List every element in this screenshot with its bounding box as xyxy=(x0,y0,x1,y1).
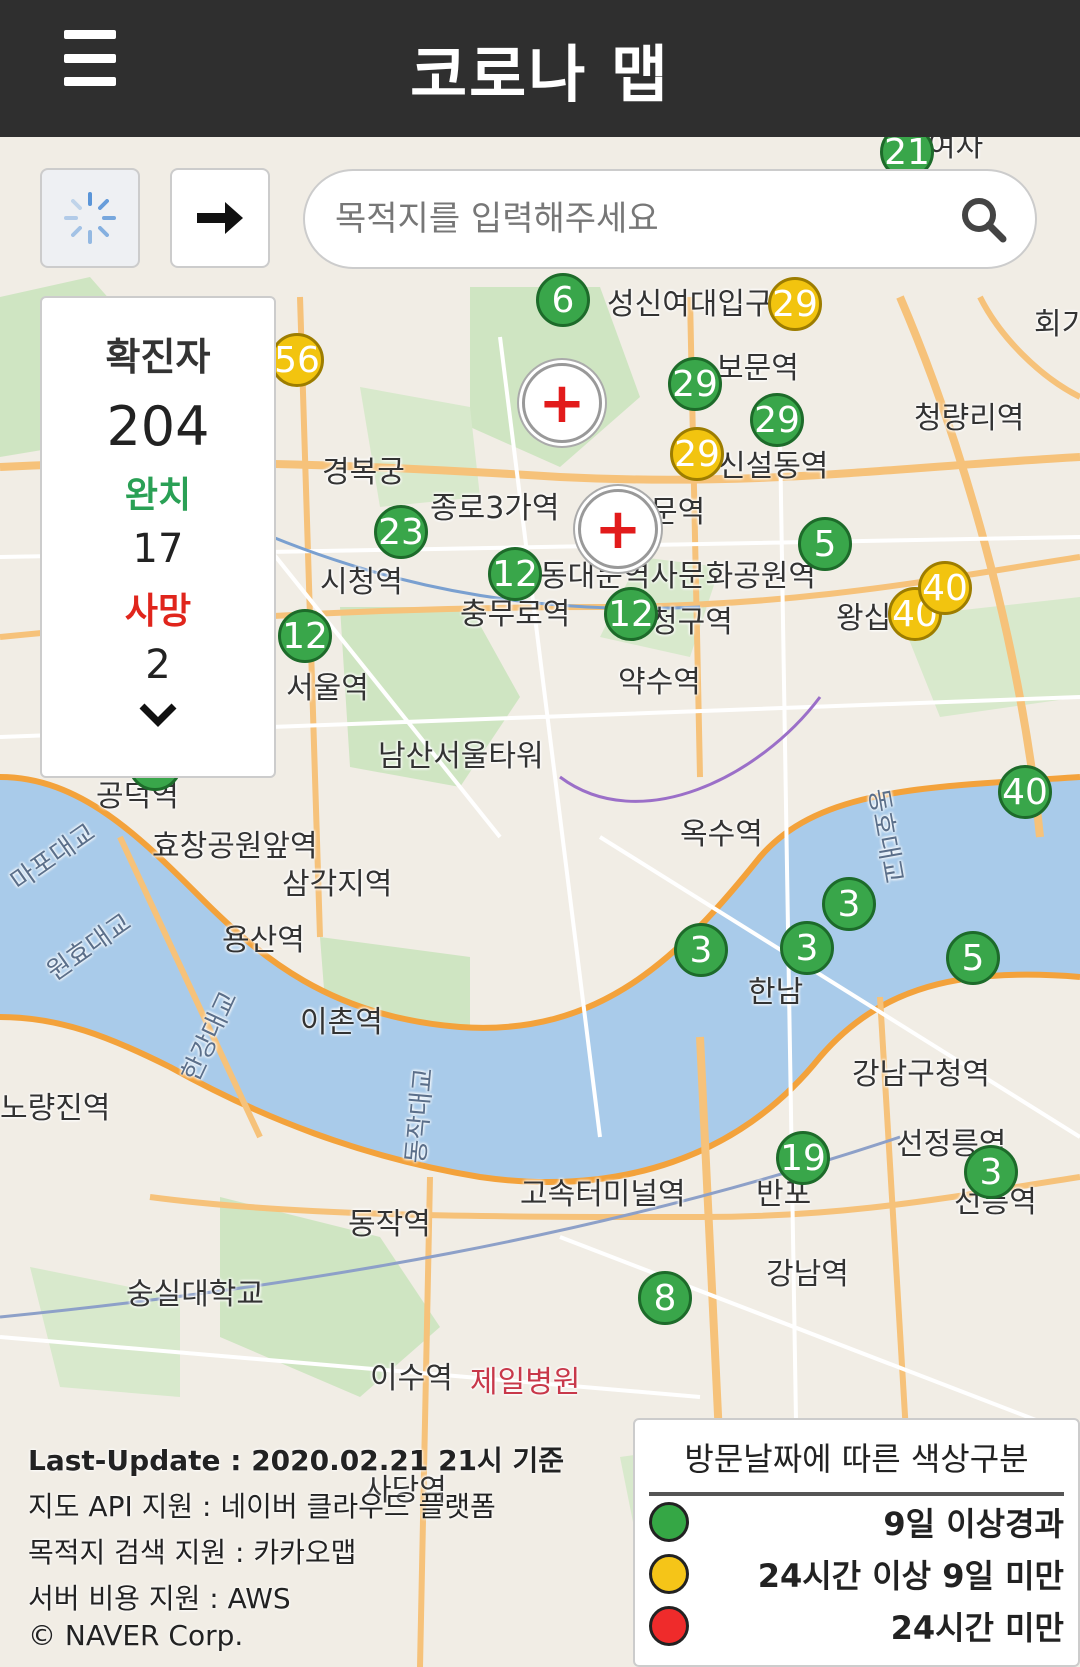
map-label: 보문역 xyxy=(716,351,799,386)
map-label: 약수역 xyxy=(618,665,701,700)
death-label: 사망 xyxy=(124,591,192,632)
map-label: 종로3가역 xyxy=(430,491,560,526)
case-marker[interactable]: 40 xyxy=(998,765,1052,819)
green-dot-icon xyxy=(649,1502,689,1542)
legend-panel: 방문날짜에 따른 색상구분 9일 이상경과 24시간 이상 9일 미만 24시간… xyxy=(633,1418,1080,1667)
yellow-dot-icon xyxy=(649,1554,689,1594)
destination-search-input[interactable] xyxy=(333,198,959,240)
case-marker[interactable]: 19 xyxy=(776,1131,830,1185)
map-label: 강남역 xyxy=(766,1257,849,1292)
case-marker[interactable]: 29 xyxy=(670,427,724,481)
case-marker[interactable]: 29 xyxy=(668,357,722,411)
hospital-marker[interactable]: + xyxy=(522,363,602,443)
legend-title: 방문날짜에 따른 색상구분 xyxy=(649,1434,1064,1496)
confirmed-label: 확진자 xyxy=(105,335,211,379)
map-label: 이촌역 xyxy=(300,1005,383,1040)
map-label: 용산역 xyxy=(222,923,305,958)
case-marker[interactable]: 6 xyxy=(536,273,590,327)
map-label: 한남 xyxy=(748,975,804,1010)
app-title: 코로나 맵 xyxy=(410,37,670,111)
arrow-right-icon xyxy=(197,202,243,234)
case-marker[interactable]: 29 xyxy=(750,393,804,447)
stats-panel: 확진자 204 완치 17 사망 2 xyxy=(40,296,276,778)
map-label: 경복궁 xyxy=(322,455,405,490)
copyright: © NAVER Corp. xyxy=(28,1619,244,1652)
map-label: 삼각지역 xyxy=(282,867,393,902)
case-marker[interactable]: 56 xyxy=(270,333,324,387)
legend-item: 9일 이상경과 xyxy=(649,1496,1064,1548)
map-label: 옥수역 xyxy=(680,817,763,852)
legend-label: 24시간 미만 xyxy=(890,1609,1064,1647)
map-label: 신설동역 xyxy=(718,449,829,484)
map-label: 제일병원 xyxy=(470,1365,581,1400)
case-marker[interactable]: 3 xyxy=(674,923,728,977)
map-api-credit: 지도 API 지원 : 네이버 클라우드 플랫폼 xyxy=(28,1490,496,1523)
map-label: 동작역 xyxy=(348,1207,431,1242)
map-label: 왕십 xyxy=(836,601,892,636)
server-credit: 서버 비용 지원 : AWS xyxy=(28,1582,291,1615)
map-label: 시청역 xyxy=(320,565,403,600)
case-marker[interactable]: 5 xyxy=(946,931,1000,985)
case-marker[interactable]: 3 xyxy=(822,877,876,931)
case-marker[interactable]: 12 xyxy=(278,609,332,663)
legend-label: 24시간 이상 9일 미만 xyxy=(757,1557,1064,1595)
map-label: 동대문역사문화공원역 xyxy=(540,559,816,594)
case-marker[interactable]: 40 xyxy=(918,561,972,615)
map-label: 숭실대학교 xyxy=(126,1277,264,1312)
map-label: 고속터미널역 xyxy=(520,1177,686,1212)
loading-spinner-icon xyxy=(64,192,116,244)
directions-button[interactable] xyxy=(170,168,270,268)
case-marker[interactable]: 29 xyxy=(768,277,822,331)
menu-icon[interactable] xyxy=(64,30,116,86)
recovered-count: 17 xyxy=(132,526,184,572)
case-marker[interactable]: 3 xyxy=(964,1145,1018,1199)
map-label: 강남구청역 xyxy=(852,1057,990,1092)
case-marker[interactable]: 8 xyxy=(638,1271,692,1325)
app-header: 코로나 맵 xyxy=(0,0,1080,137)
case-marker[interactable]: 23 xyxy=(374,505,428,559)
search-credit: 목적지 검색 지원 : 카카오맵 xyxy=(28,1536,357,1569)
info-text: Last-Update : 2020.02.21 21시 기준 지도 API 지… xyxy=(28,1438,564,1622)
chevron-down-icon[interactable] xyxy=(42,694,274,740)
case-marker[interactable]: 5 xyxy=(798,517,852,571)
search-bar xyxy=(303,169,1037,269)
legend-label: 9일 이상경과 xyxy=(883,1505,1064,1543)
search-icon[interactable] xyxy=(959,195,1007,243)
recovered-label: 완치 xyxy=(124,475,192,516)
case-marker[interactable]: 12 xyxy=(604,587,658,641)
map-label: 회기 xyxy=(1034,307,1080,342)
confirmed-count: 204 xyxy=(106,395,210,458)
map-label: 남산서울타워 xyxy=(378,739,544,774)
legend-item: 24시간 이상 9일 미만 xyxy=(649,1548,1064,1600)
case-marker[interactable]: 3 xyxy=(780,921,834,975)
map-label: 이수역 xyxy=(370,1361,453,1396)
legend-item: 24시간 미만 xyxy=(649,1600,1064,1652)
death-count: 2 xyxy=(145,642,171,688)
last-update: Last-Update : 2020.02.21 21시 기준 xyxy=(28,1444,565,1477)
map-label: 청량리역 xyxy=(914,401,1025,436)
map-label: 여자 xyxy=(928,137,984,164)
case-marker[interactable]: 12 xyxy=(488,547,542,601)
red-dot-icon xyxy=(649,1606,689,1646)
map-label: 청구역 xyxy=(650,605,733,640)
refresh-button[interactable] xyxy=(40,168,140,268)
map-label: 서울역 xyxy=(286,671,369,706)
map-label: 문역 xyxy=(650,495,706,530)
map-label: 노량진역 xyxy=(0,1091,111,1126)
hospital-marker[interactable]: + xyxy=(578,489,658,569)
